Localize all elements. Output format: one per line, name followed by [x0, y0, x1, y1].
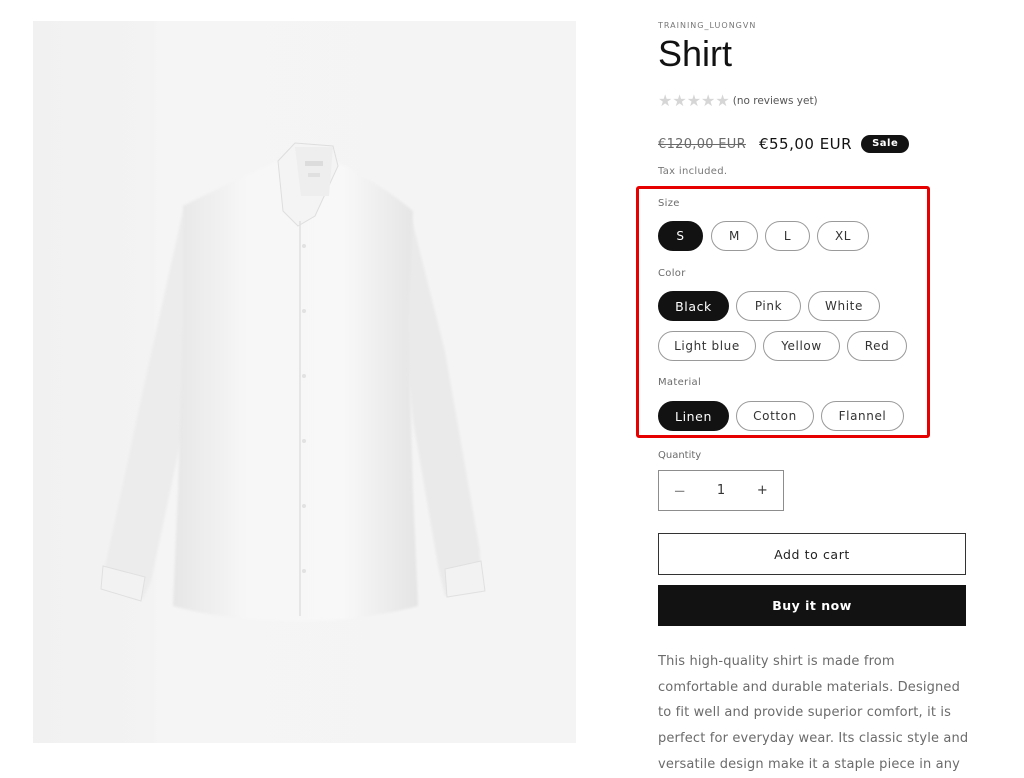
- rating: ★ ★ ★ ★ ★ (no reviews yet): [658, 93, 818, 109]
- options-highlight-box: [636, 186, 930, 438]
- product-image[interactable]: [33, 21, 576, 743]
- buy-now-button[interactable]: Buy it now: [658, 585, 966, 626]
- shirt-image: [100, 142, 486, 621]
- sale-price: €55,00 EUR: [758, 135, 853, 153]
- quantity-input[interactable]: 1: [700, 483, 741, 498]
- quantity-stepper: − 1 +: [658, 470, 784, 511]
- star-icon: ★: [715, 91, 730, 110]
- sale-badge: Sale: [861, 135, 910, 153]
- compare-at-price: €120,00 EUR: [658, 136, 746, 152]
- star-icon: ★: [658, 91, 673, 110]
- product-description: This high-quality shirt is made from com…: [658, 654, 969, 772]
- tax-note: Tax included.: [658, 166, 728, 177]
- star-icon: ★: [701, 91, 716, 110]
- rating-text: (no reviews yet): [732, 95, 818, 107]
- vendor-label: TRAINING_LUONGVN: [658, 21, 757, 30]
- price: €120,00 EUR €55,00 EUR Sale: [658, 135, 910, 153]
- star-icon: ★: [686, 91, 702, 110]
- star-icon: ★: [672, 91, 687, 110]
- quantity-label: Quantity: [658, 450, 702, 461]
- increase-quantity-button[interactable]: +: [742, 483, 783, 498]
- add-to-cart-button[interactable]: Add to cart: [658, 533, 966, 575]
- decrease-quantity-button[interactable]: −: [659, 482, 700, 500]
- product-title: Shirt: [658, 33, 733, 74]
